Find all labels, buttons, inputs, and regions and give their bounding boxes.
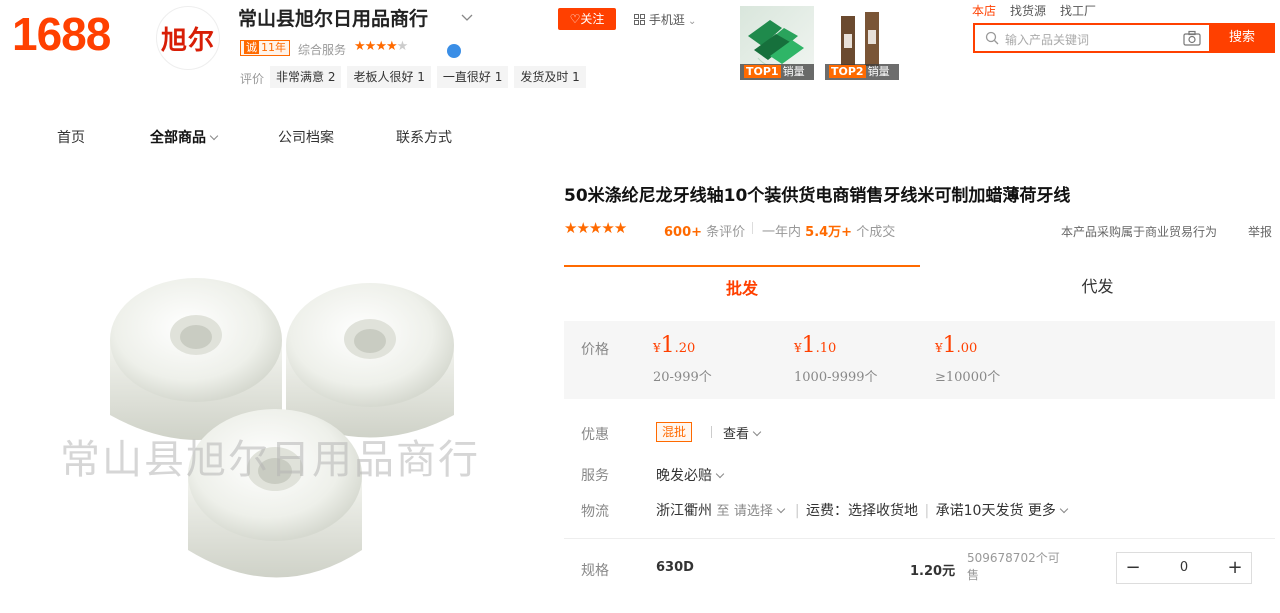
divider <box>564 538 1275 539</box>
service-row-label: 服务 <box>581 468 609 484</box>
nav-item-home[interactable]: 首页 <box>57 127 85 147</box>
divider <box>711 426 712 438</box>
price-tier-range: ≥10000个 <box>935 370 1001 385</box>
star-icon: ★ <box>588 219 602 237</box>
chevron-down-icon <box>209 131 219 141</box>
chevron-down-icon[interactable] <box>461 12 473 25</box>
search-tab-find-factory[interactable]: 找工厂 <box>1060 2 1096 19</box>
review-count[interactable]: 600+ 条评价 <box>664 221 745 240</box>
top-product-1[interactable]: TOP1 销量 <box>740 6 814 80</box>
nav-item-contact[interactable]: 联系方式 <box>396 127 452 147</box>
logistics-origin: 浙江衢州 <box>656 503 712 519</box>
top-product-tag: TOP1 销量 <box>740 64 814 80</box>
star-icon: ★ <box>375 39 387 54</box>
review-label: 评价 <box>240 72 265 86</box>
floss-spools-image <box>110 278 454 578</box>
price-label: 价格 <box>581 342 609 358</box>
discount-label: 优惠 <box>581 427 609 443</box>
search-icon <box>985 31 999 49</box>
star-icon: ★ <box>576 219 589 237</box>
follow-button[interactable]: ♡关注 <box>558 8 616 30</box>
price-tier-range: 1000-9999个 <box>794 370 878 385</box>
star-icon: ★ <box>601 219 614 237</box>
price-tier-1: ¥1.20 20-999个 <box>653 333 712 385</box>
quantity-decrease-button[interactable]: − <box>1117 553 1149 583</box>
nav-item-all-products[interactable]: 全部商品 <box>150 127 219 147</box>
top-product-2[interactable]: TOP2 销量 <box>825 6 899 80</box>
shop-nav: 首页 全部商品 公司档案 联系方式 <box>0 120 600 150</box>
review-tag[interactable]: 非常满意 2 <box>270 66 342 88</box>
quantity-increase-button[interactable]: + <box>1219 553 1251 583</box>
star-icon: ★ <box>564 219 577 237</box>
tab-wholesale[interactable]: 批发 <box>564 265 920 309</box>
search-tab-this-shop[interactable]: 本店 <box>972 2 996 19</box>
star-icon: ★ <box>385 39 398 54</box>
price-tier-2: ¥1.10 1000-9999个 <box>794 333 878 385</box>
product-rating-stars: ★★★★★ <box>564 219 627 237</box>
watermark-text: 常山县旭尔日用品商行 <box>60 437 480 483</box>
heart-icon: ♡ <box>569 12 581 26</box>
price-tier-range: 20-999个 <box>653 370 712 385</box>
price-tier-3: ¥1.00 ≥10000个 <box>935 333 1001 385</box>
shop-name[interactable]: 常山县旭尔日用品商行 <box>238 6 428 32</box>
quantity-stepper: − 0 + <box>1116 552 1252 584</box>
years-badge: 诚 11年 <box>240 40 290 56</box>
discount-view-dropdown[interactable]: 查看 <box>723 423 762 442</box>
star-icon: ★ <box>613 219 627 237</box>
star-icon: ★ <box>396 39 409 54</box>
price-panel: 价格 ¥1.20 20-999个 ¥1.10 1000-9999个 ¥1.00 … <box>564 321 1275 399</box>
review-tag[interactable]: 发货及时 1 <box>514 66 586 88</box>
site-logo[interactable]: 1688 <box>12 8 111 60</box>
service-rating-stars: ★★★★★ <box>354 39 409 54</box>
search-input[interactable]: 输入产品关键词 <box>973 23 1209 53</box>
phone-browse-link[interactable]: 手机逛 ⌄ <box>634 11 696 28</box>
years-badge-icon: 诚 <box>244 41 259 54</box>
report-link[interactable]: 举报 <box>1248 223 1272 240</box>
chevron-down-icon <box>752 427 762 437</box>
search-tab-find-source[interactable]: 找货源 <box>1010 2 1046 19</box>
quantity-input[interactable]: 0 <box>1149 553 1219 583</box>
review-tags: 非常满意 2 老板人很好 1 一直很好 1 发货及时 1 <box>270 66 586 88</box>
shop-avatar-text: 旭尔 <box>160 25 215 56</box>
spec-label: 规格 <box>581 563 609 579</box>
search-scope-tabs: 本店 找货源 找工厂 <box>972 2 1096 19</box>
follow-label: 关注 <box>580 12 605 26</box>
chevron-down-icon <box>1059 504 1069 514</box>
spec-price: 1.20元 <box>910 564 956 579</box>
top-product-tag: TOP2 销量 <box>825 64 899 80</box>
chevron-down-icon[interactable] <box>776 504 786 514</box>
product-main-image[interactable]: 常山县旭尔日用品商行 <box>20 215 535 613</box>
tab-dropship[interactable]: 代发 <box>920 265 1275 309</box>
yearly-transactions: 一年内 5.4万+ 个成交 <box>762 225 896 240</box>
service-dropdown[interactable]: 晚发必赔 <box>656 465 725 485</box>
more-dropdown[interactable]: 更多 <box>1028 503 1069 519</box>
logistics-label: 物流 <box>581 504 609 520</box>
spec-name: 630D <box>656 560 694 575</box>
search-button[interactable]: 搜索 <box>1209 23 1275 53</box>
phone-browse-label: 手机逛 <box>648 13 685 27</box>
trade-note: 本产品采购属于商业贸易行为 <box>1061 225 1218 239</box>
shipping-fee: 运费：选择收货地 <box>806 503 919 519</box>
star-icon: ★ <box>364 39 377 54</box>
service-label: 综合服务 <box>298 43 347 57</box>
shop-avatar[interactable]: 旭尔 <box>156 6 220 70</box>
years-badge-text: 11年 <box>261 41 286 54</box>
review-tag[interactable]: 一直很好 1 <box>436 66 509 88</box>
product-title: 50米涤纶尼龙牙线轴10个装供货电商销售牙线米可制加蜡薄荷牙线 <box>564 186 1071 206</box>
spec-stock: 509678702个可售 <box>967 551 1060 582</box>
destination-select[interactable]: 请选择 <box>734 504 773 519</box>
qr-grid-icon <box>634 13 649 27</box>
chevron-down-icon <box>715 469 725 479</box>
verified-icon[interactable] <box>447 44 461 58</box>
shipping-promise: 承诺10天发货 <box>935 503 1024 519</box>
search-placeholder: 输入产品关键词 <box>1005 33 1090 47</box>
mixed-batch-tag: 混批 <box>656 422 693 442</box>
logistics-info: 浙江衢州 至 请选择 | 运费：选择收货地 | 承诺10天发货 更多 <box>656 500 1069 520</box>
review-tag[interactable]: 老板人很好 1 <box>347 66 431 88</box>
camera-icon[interactable] <box>1183 30 1201 50</box>
purchase-mode-tabs: 批发 代发 <box>564 265 1275 309</box>
star-icon: ★ <box>354 39 366 54</box>
divider <box>752 222 753 234</box>
nav-item-company-profile[interactable]: 公司档案 <box>278 127 334 147</box>
